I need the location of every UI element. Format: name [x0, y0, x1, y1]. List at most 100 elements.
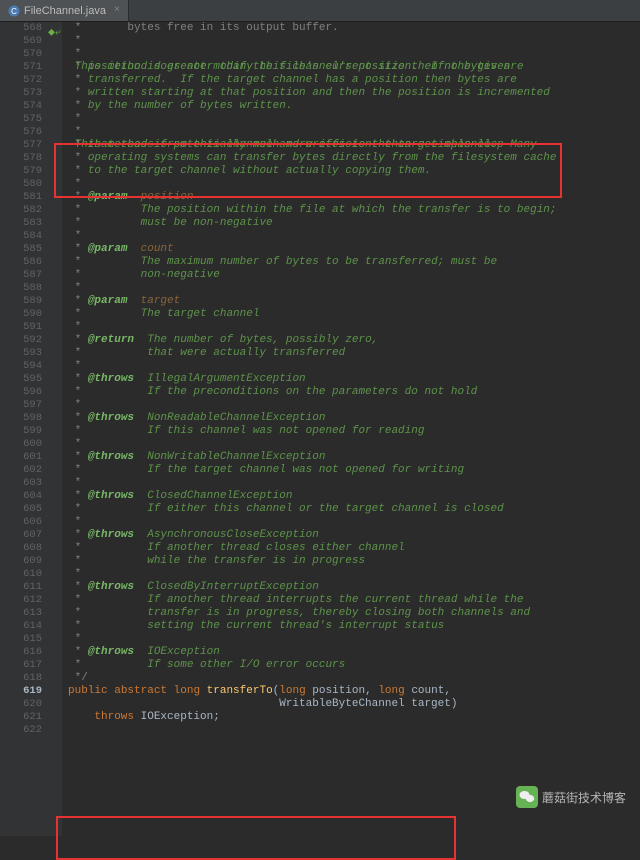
line-number: 587	[0, 269, 42, 282]
code-line: throws IOException;	[68, 711, 640, 724]
gutter-marker-column: ⬥⤶	[48, 22, 62, 836]
line-number: 591	[0, 321, 42, 334]
line-number: 593	[0, 347, 42, 360]
line-number: 597	[0, 399, 42, 412]
line-number: 614	[0, 620, 42, 633]
line-number: 569	[0, 35, 42, 48]
code-line: * @return The number of bytes, possibly …	[68, 334, 640, 347]
line-number: 596	[0, 386, 42, 399]
line-number: 583	[0, 217, 42, 230]
line-number: 620	[0, 698, 42, 711]
tab-filechannel[interactable]: C FileChannel.java ×	[0, 0, 129, 21]
code-line: * @throws AsynchronousCloseException	[68, 529, 640, 542]
line-number: 605	[0, 503, 42, 516]
code-line: *	[68, 178, 640, 191]
line-number: 615	[0, 633, 42, 646]
code-line: *	[68, 477, 640, 490]
code-line: * If the preconditions on the parameters…	[68, 386, 640, 399]
close-icon[interactable]: ×	[114, 5, 120, 16]
code-line: * that were actually transferred	[68, 347, 640, 360]
line-number-gutter: 5685695705715725735745755765775785795805…	[0, 22, 48, 836]
line-number: 598	[0, 412, 42, 425]
code-line: * non-negative	[68, 269, 640, 282]
gutter-marker: ⬥⤶	[48, 27, 61, 40]
line-number: 617	[0, 659, 42, 672]
line-number: 576	[0, 126, 42, 139]
code-line: *	[68, 516, 640, 529]
code-line: * @param position	[68, 191, 640, 204]
line-number: 600	[0, 438, 42, 451]
code-line: *	[68, 282, 640, 295]
code-line: * The position within the file at which …	[68, 204, 640, 217]
code-area[interactable]: * bytes free in its output buffer. * * T…	[62, 22, 640, 836]
code-line: * This method is potentially much more e…	[68, 126, 640, 139]
line-number: 568	[0, 22, 42, 35]
line-number: 594	[0, 360, 42, 373]
code-line: WritableByteChannel target)	[68, 698, 640, 711]
line-number: 570	[0, 48, 42, 61]
line-number: 599	[0, 425, 42, 438]
code-line: *	[68, 35, 640, 48]
code-line: public abstract long transferTo(long pos…	[68, 685, 640, 698]
code-line	[68, 724, 640, 737]
line-number: 601	[0, 451, 42, 464]
line-number: 606	[0, 516, 42, 529]
code-line: *	[68, 230, 640, 243]
code-line: *	[68, 321, 640, 334]
code-line: */	[68, 672, 640, 685]
line-number: 586	[0, 256, 42, 269]
line-number: 580	[0, 178, 42, 191]
code-line: * @throws NonWritableChannelException	[68, 451, 640, 464]
line-number: 585	[0, 243, 42, 256]
code-line: * operating systems can transfer bytes d…	[68, 152, 640, 165]
code-line: * setting the current thread's interrupt…	[68, 620, 640, 633]
line-number: 589	[0, 295, 42, 308]
line-number: 603	[0, 477, 42, 490]
code-line: * position is greater than the file's cu…	[68, 61, 640, 74]
code-line: * transfer is in progress, thereby closi…	[68, 607, 640, 620]
line-number: 581	[0, 191, 42, 204]
code-line: * must be non-negative	[68, 217, 640, 230]
code-line: * @throws NonReadableChannelException	[68, 412, 640, 425]
line-number: 573	[0, 87, 42, 100]
line-number: 619	[0, 685, 42, 698]
line-number: 610	[0, 568, 42, 581]
code-line: * If some other I/O error occurs	[68, 659, 640, 672]
code-line: * @throws IOException	[68, 646, 640, 659]
line-number: 622	[0, 724, 42, 737]
code-editor[interactable]: 5685695705715725735745755765775785795805…	[0, 22, 640, 836]
code-line: *	[68, 568, 640, 581]
line-number: 592	[0, 334, 42, 347]
svg-text:C: C	[11, 7, 17, 16]
code-line: * @param target	[68, 295, 640, 308]
line-number: 579	[0, 165, 42, 178]
line-number: 590	[0, 308, 42, 321]
line-number: 612	[0, 594, 42, 607]
watermark: 蘑菇街技术博客	[516, 786, 626, 808]
line-number: 574	[0, 100, 42, 113]
code-line: * bytes free in its output buffer.	[68, 22, 640, 35]
code-line: * If this channel was not opened for rea…	[68, 425, 640, 438]
code-line: * transferred. If the target channel has…	[68, 74, 640, 87]
line-number: 618	[0, 672, 42, 685]
code-line: * @throws ClosedChannelException	[68, 490, 640, 503]
code-line: * @throws IllegalArgumentException	[68, 373, 640, 386]
line-number: 607	[0, 529, 42, 542]
code-line: *	[68, 113, 640, 126]
line-number: 602	[0, 464, 42, 477]
line-number: 575	[0, 113, 42, 126]
code-line: * to the target channel without actually…	[68, 165, 640, 178]
code-line: * that reads from this channel and write…	[68, 139, 640, 152]
code-line: * while the transfer is in progress	[68, 555, 640, 568]
code-line: * @param count	[68, 243, 640, 256]
line-number: 611	[0, 581, 42, 594]
code-line: * If the target channel was not opened f…	[68, 464, 640, 477]
code-line: * If another thread closes either channe…	[68, 542, 640, 555]
line-number: 613	[0, 607, 42, 620]
watermark-text: 蘑菇街技术博客	[542, 789, 626, 806]
line-number: 584	[0, 230, 42, 243]
line-number: 604	[0, 490, 42, 503]
code-line: * @throws ClosedByInterruptException	[68, 581, 640, 594]
line-number: 608	[0, 542, 42, 555]
line-number: 588	[0, 282, 42, 295]
